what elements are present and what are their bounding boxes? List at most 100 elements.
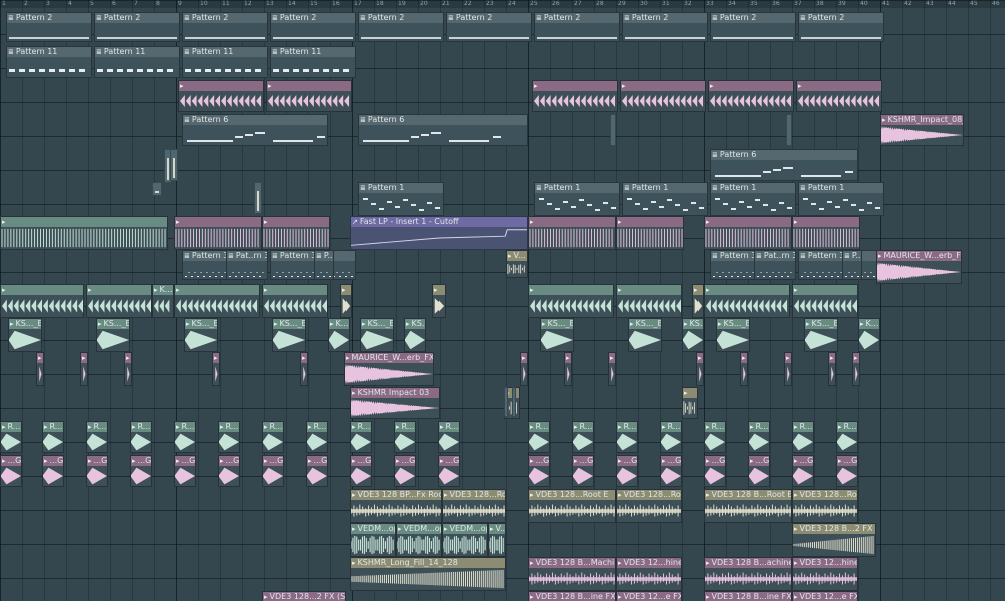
pattern-clip[interactable]: ≣P... [314, 250, 334, 280]
clip-header[interactable]: ▸ [521, 353, 527, 363]
audio-clip[interactable]: ▸V... [488, 523, 506, 557]
audio-clip[interactable]: ▸ ...G [528, 455, 550, 487]
pattern-clip[interactable]: ≣ Pat..rn 3 [226, 250, 268, 280]
audio-clip[interactable]: ▸ [0, 216, 168, 250]
clip-header[interactable]: ≣ Pat..rn 3 [227, 251, 267, 261]
mini-clip[interactable] [786, 114, 792, 146]
audio-clip[interactable]: ▸ [740, 352, 748, 386]
audio-clip[interactable]: ▸VDE3 128 B...ine FX #2 [528, 591, 616, 601]
clip-header[interactable]: ▸KS..._E [717, 319, 749, 329]
audio-clip[interactable]: ▸ [86, 284, 152, 318]
clip-header[interactable]: ▸ [175, 217, 261, 227]
mini-clip[interactable] [512, 387, 516, 417]
audio-clip[interactable]: ▸ ...G [350, 455, 372, 487]
clip-header[interactable]: ▸ R... [793, 422, 813, 432]
clip-header[interactable]: ▸ [829, 353, 835, 363]
clip-header[interactable]: ▸ R... [175, 422, 195, 432]
audio-clip[interactable]: ▸ [852, 352, 860, 386]
clip-header[interactable]: ▸ [621, 81, 705, 91]
audio-clip[interactable]: ▸ [828, 352, 836, 386]
clip-header[interactable]: ▸VDE3 128 B...ine FX #2 [705, 592, 791, 601]
clip-header[interactable]: ▸ R... [617, 422, 637, 432]
audio-clip[interactable]: ▸KS... [682, 318, 704, 352]
clip-header[interactable]: ≣ Pattern 11 [95, 47, 179, 57]
audio-clip[interactable]: ▸ R... [704, 421, 726, 453]
audio-clip[interactable]: ▸VDE3 12...e FX #2 [792, 591, 858, 601]
audio-clip[interactable]: ▸ [212, 352, 220, 386]
clip-header[interactable]: ▸ ...G [705, 456, 725, 466]
audio-clip[interactable]: ▸ R... [660, 421, 682, 453]
pattern-clip[interactable]: ≣P... [842, 250, 862, 280]
clip-header[interactable]: ≣ Pattern 2 [271, 13, 355, 23]
audio-clip[interactable]: ▸VDE3 12...e FX #2 [616, 591, 682, 601]
clip-header[interactable]: ≣ Pattern 1 [535, 183, 619, 193]
clip-header[interactable]: ▸ ...G [219, 456, 239, 466]
clip-header[interactable]: ▸ [433, 285, 445, 295]
clip-header[interactable]: ≣ Pattern 11 [183, 47, 267, 57]
clip-header[interactable]: ▸ ...G [43, 456, 63, 466]
mini-clip[interactable] [254, 182, 262, 214]
pattern-clip[interactable]: ≣ Pattern 6 [710, 149, 858, 181]
audio-clip[interactable]: ▸ R... [174, 421, 196, 453]
clip-header[interactable]: ▸ [705, 217, 791, 227]
audio-clip[interactable]: ▸ R... [262, 421, 284, 453]
clip-header[interactable]: ▸ [267, 81, 351, 91]
clip-header[interactable]: ▸ [853, 353, 859, 363]
pattern-clip[interactable]: ≣ Pattern 3 [270, 250, 356, 280]
clip-header[interactable]: ▸ ...G [529, 456, 549, 466]
clip-header[interactable]: ▸ R... [395, 422, 415, 432]
audio-clip[interactable]: ▸ [692, 284, 704, 318]
clip-header[interactable]: ▸VDE3 128...2 FX (SC) [263, 592, 345, 601]
clip-header[interactable]: ▸ R... [43, 422, 63, 432]
audio-clip[interactable]: ▸ R... [86, 421, 108, 453]
pattern-clip[interactable]: ≣ Pattern 2 [6, 12, 92, 42]
clip-header[interactable]: ≣ Pattern 6 [359, 115, 527, 125]
clip-header[interactable]: ▸ [793, 285, 857, 295]
clip-header[interactable]: ▸VDE3 128...Root E [793, 490, 857, 500]
clip-header[interactable]: ▸ [179, 81, 263, 91]
clip-header[interactable]: ≣ Pattern 2 [623, 13, 707, 23]
audio-clip[interactable]: ▸ ...G [262, 455, 284, 487]
clip-header[interactable]: ≣ Pattern 11 [7, 47, 91, 57]
audio-clip[interactable]: ▸ [616, 216, 684, 250]
clip-header[interactable]: ▸ KSHMR_Impact_08_E [881, 115, 963, 125]
pattern-clip[interactable]: ≣ Pattern 1 [358, 182, 444, 216]
audio-clip[interactable]: ▸VDE3 128 B...ine FX #2 [704, 591, 792, 601]
audio-clip[interactable]: ▸ ...G [394, 455, 416, 487]
clip-header[interactable]: ▸KS..._E [9, 319, 41, 329]
audio-clip[interactable]: ▸ R... [792, 421, 814, 453]
clip-header[interactable]: ≣ Pattern 3 [799, 251, 883, 261]
clip-header[interactable]: ▸ VEDM...op [397, 524, 441, 534]
clip-header[interactable]: ≣P... [843, 251, 861, 261]
pattern-clip[interactable]: ≣ Pattern 2 [710, 12, 796, 42]
audio-clip[interactable]: ▸ KSHMR_Impact_08_E [880, 114, 964, 146]
audio-clip[interactable]: ▸KS..._E [628, 318, 662, 352]
clip-header[interactable]: ▸ R... [1, 422, 21, 432]
clip-header[interactable]: ▸VDE3 128...Root E [617, 490, 681, 500]
audio-clip[interactable]: ▸ [564, 352, 572, 386]
audio-clip[interactable]: ▸ [708, 80, 794, 112]
clip-header[interactable]: ▸ [693, 285, 703, 295]
audio-clip[interactable]: ▸ R... [572, 421, 594, 453]
clip-header[interactable]: ▸ KSHMR_Long_Fill_14_128 [351, 558, 505, 568]
pattern-clip[interactable]: ≣ Pattern 2 [270, 12, 356, 42]
audio-clip[interactable]: ▸ R... [836, 421, 858, 453]
audio-clip[interactable]: ▸ [262, 216, 330, 250]
clip-header[interactable]: ▸ R... [263, 422, 283, 432]
clip-header[interactable]: ≣ Pattern 6 [711, 150, 857, 160]
clip-header[interactable]: ▸KS..._E [629, 319, 661, 329]
clip-header[interactable]: ▸ R... [219, 422, 239, 432]
audio-clip[interactable]: ▸ [704, 284, 790, 318]
clip-header[interactable]: ▸ [263, 217, 329, 227]
clip-header[interactable]: ▸KS..._E [405, 319, 425, 329]
clip-header[interactable]: ≣ Pattern 2 [799, 13, 883, 23]
pattern-clip[interactable]: ≣ Pattern 6 [182, 114, 328, 146]
audio-clip[interactable]: ▸ R... [306, 421, 328, 453]
audio-clip[interactable]: ▸ [528, 216, 616, 250]
audio-clip[interactable]: ▸ ...G [86, 455, 108, 487]
clip-header[interactable]: ▸ ...G [793, 456, 813, 466]
clip-header[interactable]: ▸VDE3 128...Root E [443, 490, 505, 500]
audio-clip[interactable]: ▸ [340, 284, 352, 318]
audio-clip[interactable]: ▸ [124, 352, 132, 386]
audio-clip[interactable]: ▸V... [506, 250, 528, 278]
